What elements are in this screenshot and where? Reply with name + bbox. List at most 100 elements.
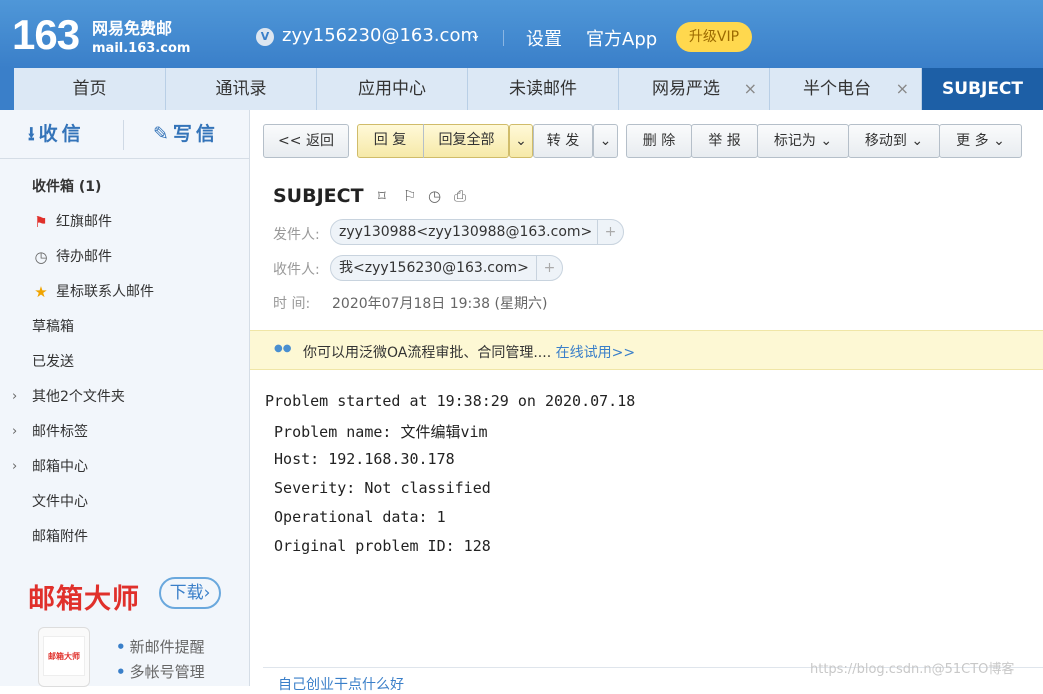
body-line: Problem name: 文件编辑vim (265, 423, 488, 441)
clock-icon[interactable]: ◷ (428, 187, 441, 205)
mark-as-button[interactable]: 标记为 ⌄ (757, 124, 849, 158)
delete-button[interactable]: 删 除 (626, 124, 692, 158)
ad-banner: ●● 你可以用泛微OA流程审批、合同管理.... 在线试用>> (250, 330, 1043, 370)
body-line: Host: 192.168.30.178 (265, 450, 455, 468)
tab-unread[interactable]: 未读邮件 (468, 68, 619, 110)
tab-label: 未读邮件 (509, 79, 577, 99)
to-label: 收件人: (273, 262, 320, 278)
from-label: 发件人: (273, 227, 320, 243)
tab-label: 网易严选 (652, 79, 720, 99)
download-icon: ⭳ (28, 123, 39, 145)
close-icon[interactable]: × (896, 68, 909, 110)
tab-home[interactable]: 首页 (14, 68, 166, 110)
more-button[interactable]: 更 多 ⌄ (939, 124, 1022, 158)
bullet-icon: • (116, 663, 126, 681)
write-button[interactable]: ✎写信 (153, 110, 219, 158)
tab-contacts[interactable]: 通讯录 (166, 68, 317, 110)
sidebar-item-attachments[interactable]: 邮箱附件 (32, 527, 88, 547)
flag-icon[interactable]: ⚐ (403, 187, 416, 205)
clock-icon: ◷ (34, 248, 48, 266)
body-line: Operational data: 1 (265, 508, 446, 526)
chevron-down-icon[interactable]: ⌄ (593, 124, 618, 158)
receive-button[interactable]: ⭳收信 (28, 110, 85, 158)
tab-subject[interactable]: SUBJECT (922, 68, 1043, 110)
sidebar-item-starred[interactable]: 星标联系人邮件 (56, 282, 154, 302)
verified-icon: V (256, 28, 274, 46)
tab-label: 半个电台 (803, 79, 871, 99)
footer-link[interactable]: 自己创业干点什么好 (278, 674, 404, 694)
banner-trial-link[interactable]: 在线试用>> (556, 345, 635, 361)
download-label: 下载 (169, 583, 204, 603)
sidebar: ⭳收信 ✎写信 收件箱 (1) ⚑ 红旗邮件 ◷ 待办邮件 ★ 星标联系人邮件 … (0, 110, 250, 687)
sidebar-item-flagged[interactable]: 红旗邮件 (56, 212, 112, 232)
time-label: 时 间: (273, 296, 311, 312)
move-to-button[interactable]: 移动到 ⌄ (848, 124, 940, 158)
receive-label: 收信 (38, 123, 85, 145)
sidebar-item-mail-center[interactable]: 邮箱中心 (32, 457, 88, 477)
edit-icon: ✎ (153, 123, 173, 145)
sidebar-item-tags[interactable]: 邮件标签 (32, 422, 88, 442)
logo-number[interactable]: 163 (12, 13, 80, 57)
promo-title[interactable]: 邮箱大师 (28, 577, 140, 616)
tab-bar: 首页 通讯录 应用中心 未读邮件 网易严选 × 半个电台 × SUBJECT (0, 68, 1043, 110)
watermark: https://blog.csdn.n@51CTO博客 (810, 662, 1015, 677)
upgrade-vip-button[interactable]: 升级VIP (676, 22, 752, 52)
chevron-down-icon[interactable]: ⌄ (470, 28, 481, 43)
report-button[interactable]: 举 报 (691, 124, 758, 158)
sent-time: 2020年07月18日 19:38 (星期六) (332, 296, 548, 312)
sidebar-item-sent[interactable]: 已发送 (32, 352, 74, 372)
logo-domain: mail.163.com (92, 41, 191, 56)
sidebar-item-drafts[interactable]: 草稿箱 (32, 317, 74, 337)
tab-label: 通讯录 (215, 79, 267, 99)
phone-image: 邮箱大师 (38, 627, 90, 687)
official-app-link[interactable]: 官方App (586, 25, 657, 51)
mail-subject: SUBJECT (273, 185, 364, 207)
forward-button[interactable]: 转 发 (533, 124, 593, 158)
recipient-address: 我<zyy156230@163.com> (339, 260, 529, 276)
chevron-down-icon: ⌄ (820, 133, 833, 149)
settings-link[interactable]: 设置 (526, 25, 562, 51)
body-line: Original problem ID: 128 (265, 537, 491, 555)
close-icon[interactable]: × (744, 68, 757, 110)
more-label: 更 多 (956, 133, 989, 149)
bullet-icon: • (116, 638, 126, 656)
sidebar-item-other-folders[interactable]: 其他2个文件夹 (32, 387, 125, 407)
move-to-label: 移动到 (864, 133, 907, 149)
sidebar-item-todo[interactable]: 待办邮件 (56, 247, 112, 267)
sender-chip[interactable]: zyy130988<zyy130988@163.com> + (330, 219, 624, 245)
logo-name: 网易免费邮 (92, 19, 173, 38)
chat-icon: ●● (274, 343, 292, 354)
flag-icon: ⚑ (34, 213, 48, 231)
star-icon: ★ (34, 283, 48, 301)
tab-radio[interactable]: 半个电台 × (770, 68, 922, 110)
tab-app-center[interactable]: 应用中心 (317, 68, 468, 110)
tab-label: 应用中心 (358, 79, 426, 99)
chevron-right-icon[interactable]: › (12, 422, 17, 442)
account-name[interactable]: zyy156230@163.com (282, 25, 478, 46)
download-button[interactable]: 下载› (159, 577, 221, 609)
top-header: 163 网易免费邮 mail.163.com V zyy156230@163.c… (0, 0, 1043, 68)
mark-as-label: 标记为 (773, 133, 816, 149)
recipient-chip[interactable]: 我<zyy156230@163.com> + (330, 255, 563, 281)
feature-item: • 新邮件提醒 (116, 636, 205, 657)
body-line: Problem started at 19:38:29 on 2020.07.1… (265, 392, 636, 410)
feature-item: • 多帐号管理 (116, 661, 205, 682)
feature-label: 新邮件提醒 (129, 638, 205, 656)
tab-label: 首页 (72, 79, 107, 99)
chevron-right-icon[interactable]: › (12, 457, 17, 477)
reply-button[interactable]: 回 复 (357, 124, 423, 158)
chevron-right-icon[interactable]: › (12, 387, 17, 407)
reply-all-button[interactable]: 回复全部 (424, 124, 509, 158)
chevron-right-icon: › (203, 583, 211, 603)
chevron-down-icon[interactable]: ⌄ (509, 124, 533, 158)
sidebar-item-file-center[interactable]: 文件中心 (32, 492, 88, 512)
back-button[interactable]: << 返回 (263, 124, 349, 158)
bookmark-icon[interactable]: ⌑ (378, 187, 386, 205)
divider (0, 158, 250, 159)
sidebar-item-inbox[interactable]: 收件箱 (1) (32, 177, 101, 197)
print-icon[interactable]: ⎙ (454, 187, 466, 205)
add-contact-icon[interactable]: + (597, 220, 623, 244)
add-contact-icon[interactable]: + (536, 256, 562, 280)
sender-address: zyy130988<zyy130988@163.com> (339, 224, 593, 240)
tab-yanxuan[interactable]: 网易严选 × (619, 68, 770, 110)
